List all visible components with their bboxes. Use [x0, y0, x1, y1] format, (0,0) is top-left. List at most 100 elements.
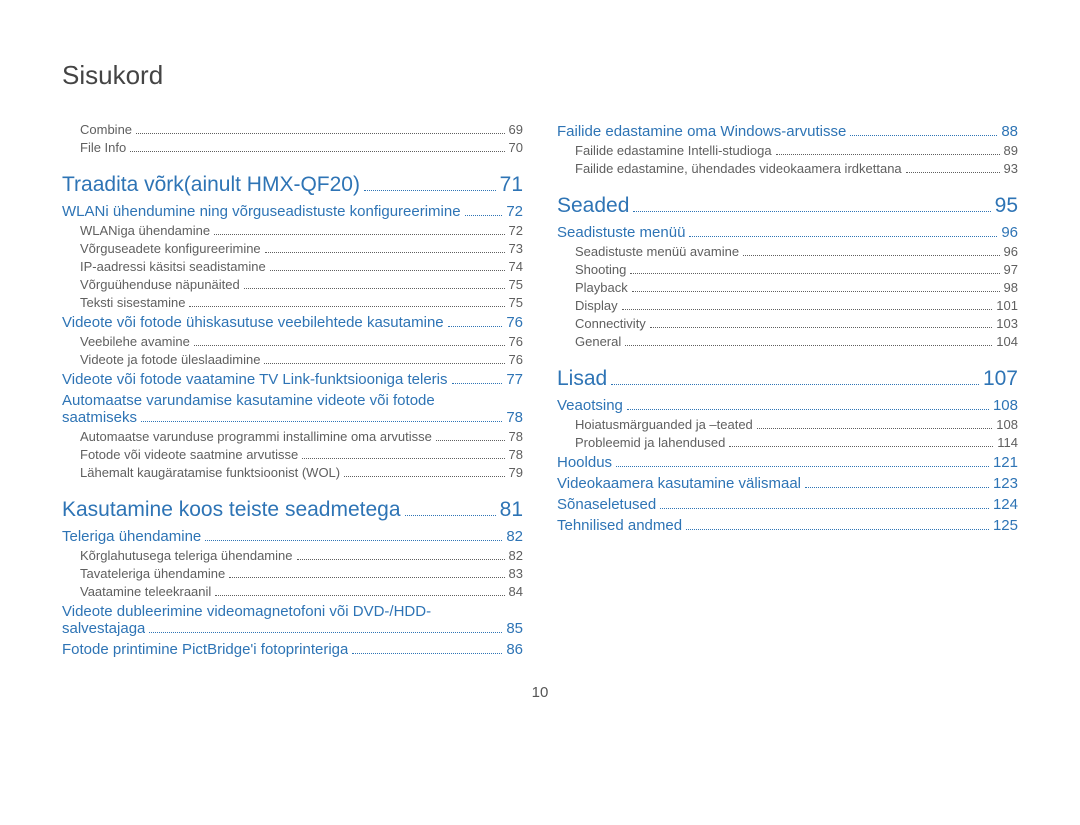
toc-columns: Combine 69 File Info70 Traadita võrk(ainult…: [62, 119, 1018, 660]
toc-entry[interactable]: Teksti sisestamine75: [62, 295, 523, 310]
toc-entry[interactable]: WLANiga ühendamine72: [62, 223, 523, 238]
toc-leader-dots: [633, 211, 990, 212]
toc-entry[interactable]: Vaatamine teleekraanil 84: [62, 584, 523, 599]
toc-page: 71: [500, 173, 523, 197]
toc-page: 88: [1001, 123, 1018, 140]
toc-entry[interactable]: IP-aadressi käsitsi seadistamine74: [62, 259, 523, 274]
toc-entry[interactable]: WLANi ühendumine ning võrguseadistuste k…: [62, 203, 523, 220]
toc-entry[interactable]: Võrguseadete konfigureerimine73: [62, 241, 523, 256]
toc-label: Teksti sisestamine: [80, 295, 185, 310]
toc-page: 82: [506, 528, 523, 545]
toc-entry[interactable]: Veaotsing108: [557, 397, 1018, 414]
toc-page: 69: [509, 122, 523, 137]
toc-entry[interactable]: General 104: [557, 334, 1018, 349]
toc-page: 75: [509, 277, 523, 292]
toc-entry[interactable]: Failide edastamine Intelli-studioga89: [557, 143, 1018, 158]
toc-entry[interactable]: Connectivity103: [557, 316, 1018, 331]
toc-entry[interactable]: Teleriga ühendamine 82: [62, 528, 523, 545]
toc-entry[interactable]: Seadistuste menüü96: [557, 224, 1018, 241]
toc-page: 76: [509, 352, 523, 367]
toc-leader-dots: [757, 428, 993, 429]
toc-left-column: Combine 69 File Info70 Traadita võrk(ainult…: [62, 119, 523, 660]
toc-page: 79: [509, 465, 523, 480]
toc-leader-dots: [214, 234, 504, 235]
toc-entry[interactable]: Videote või fotode ühiskasutuse veebileh…: [62, 314, 523, 331]
toc-entry[interactable]: Automaatse varundamise kasutamine videot…: [62, 392, 523, 409]
toc-page: 72: [506, 203, 523, 220]
toc-entry[interactable]: Failide edastamine, ühendades videokaame…: [557, 161, 1018, 176]
toc-label: Fotode printimine PictBridge'i fotoprint…: [62, 641, 348, 658]
toc-entry[interactable]: Sõnaseletused124: [557, 496, 1018, 513]
toc-leader-dots: [611, 384, 979, 385]
toc-leader-dots: [906, 172, 1000, 173]
toc-leader-dots: [622, 309, 993, 310]
toc-label: WLANi ühendumine ning võrguseadistuste k…: [62, 203, 461, 220]
toc-entry[interactable]: File Info70: [62, 140, 523, 155]
toc-entry[interactable]: Veebilehe avamine76: [62, 334, 523, 349]
toc-label: Fotode või videote saatmine arvutisse: [80, 447, 298, 462]
toc-leader-dots: [149, 632, 502, 633]
toc-entry[interactable]: Videokaamera kasutamine välismaal123: [557, 475, 1018, 492]
toc-entry[interactable]: Kasutamine koos teiste seadmetega81: [62, 498, 523, 522]
toc-page: 78: [509, 429, 523, 444]
toc-entry[interactable]: Display101: [557, 298, 1018, 313]
toc-leader-dots: [194, 345, 505, 346]
toc-entry[interactable]: Shooting97: [557, 262, 1018, 277]
toc-entry[interactable]: Videote ja fotode üleslaadimine 76: [62, 352, 523, 367]
toc-page: 114: [997, 435, 1018, 450]
toc-entry[interactable]: Kõrglahutusega teleriga ühendamine82: [62, 548, 523, 563]
toc-entry[interactable]: salvestajaga85: [62, 620, 523, 637]
toc-entry[interactable]: Hooldus121: [557, 454, 1018, 471]
toc-entry[interactable]: Automaatse varunduse programmi installim…: [62, 429, 523, 444]
toc-entry[interactable]: Videote dubleerimine videomagnetofoni võ…: [62, 603, 523, 620]
toc-label: General: [575, 334, 621, 349]
toc-label: Võrguühenduse näpunäited: [80, 277, 240, 292]
toc-entry[interactable]: saatmiseks78: [62, 409, 523, 426]
toc-entry[interactable]: Võrguühenduse näpunäited 75: [62, 277, 523, 292]
toc-label: IP-aadressi käsitsi seadistamine: [80, 259, 266, 274]
toc-label: Vaatamine teleekraanil: [80, 584, 211, 599]
toc-page: 77: [506, 371, 523, 388]
toc-entry[interactable]: Failide edastamine oma Windows-arvutisse…: [557, 123, 1018, 140]
toc-entry[interactable]: Fotode printimine PictBridge'i fotoprint…: [62, 641, 523, 658]
toc-entry[interactable]: Traadita võrk(ainult HMX-QF20) 71: [62, 173, 523, 197]
toc-entry[interactable]: Seadistuste menüü avamine96: [557, 244, 1018, 259]
toc-label: Traadita võrk(ainult HMX-QF20): [62, 173, 360, 197]
toc-leader-dots: [632, 291, 1000, 292]
toc-label: Teleriga ühendamine: [62, 528, 201, 545]
toc-entry[interactable]: Playback98: [557, 280, 1018, 295]
toc-leader-dots: [630, 273, 999, 274]
toc-entry[interactable]: Tavateleriga ühendamine83: [62, 566, 523, 581]
toc-page: 101: [996, 298, 1018, 313]
toc-entry[interactable]: Hoiatusmärguanded ja –teated108: [557, 417, 1018, 432]
toc-entry[interactable]: Seaded 95: [557, 194, 1018, 218]
toc-page: 78: [506, 409, 523, 426]
toc-page: 104: [996, 334, 1018, 349]
toc-page: 78: [509, 447, 523, 462]
toc-entry[interactable]: Tehnilised andmed125: [557, 517, 1018, 534]
toc-entry[interactable]: Lähemalt kaugäratamise funktsioonist (WO…: [62, 465, 523, 480]
toc-label: Combine: [80, 122, 132, 137]
toc-label: Videote ja fotode üleslaadimine: [80, 352, 260, 367]
toc-entry[interactable]: Combine 69: [62, 122, 523, 137]
toc-entry[interactable]: Probleemid ja lahendused114: [557, 435, 1018, 450]
toc-leader-dots: [452, 383, 503, 384]
toc-label: Videote dubleerimine videomagnetofoni võ…: [62, 603, 431, 620]
toc-page: 95: [995, 194, 1018, 218]
toc-label: Automaatse varunduse programmi installim…: [80, 429, 432, 444]
toc-label: Seaded: [557, 194, 629, 218]
toc-page: 84: [509, 584, 523, 599]
toc-page: 96: [1001, 224, 1018, 241]
toc-entry[interactable]: Lisad107: [557, 367, 1018, 391]
toc-label: WLANiga ühendamine: [80, 223, 210, 238]
toc-page: 98: [1004, 280, 1018, 295]
toc-label: Kõrglahutusega teleriga ühendamine: [80, 548, 293, 563]
toc-leader-dots: [660, 508, 989, 509]
toc-entry[interactable]: Videote või fotode vaatamine TV Link-fun…: [62, 371, 523, 388]
toc-entry[interactable]: Fotode või videote saatmine arvutisse 78: [62, 447, 523, 462]
toc-leader-dots: [625, 345, 992, 346]
toc-label: Failide edastamine oma Windows-arvutisse: [557, 123, 846, 140]
toc-page: 70: [509, 140, 523, 155]
toc-label: Veaotsing: [557, 397, 623, 414]
toc-leader-dots: [850, 135, 997, 136]
